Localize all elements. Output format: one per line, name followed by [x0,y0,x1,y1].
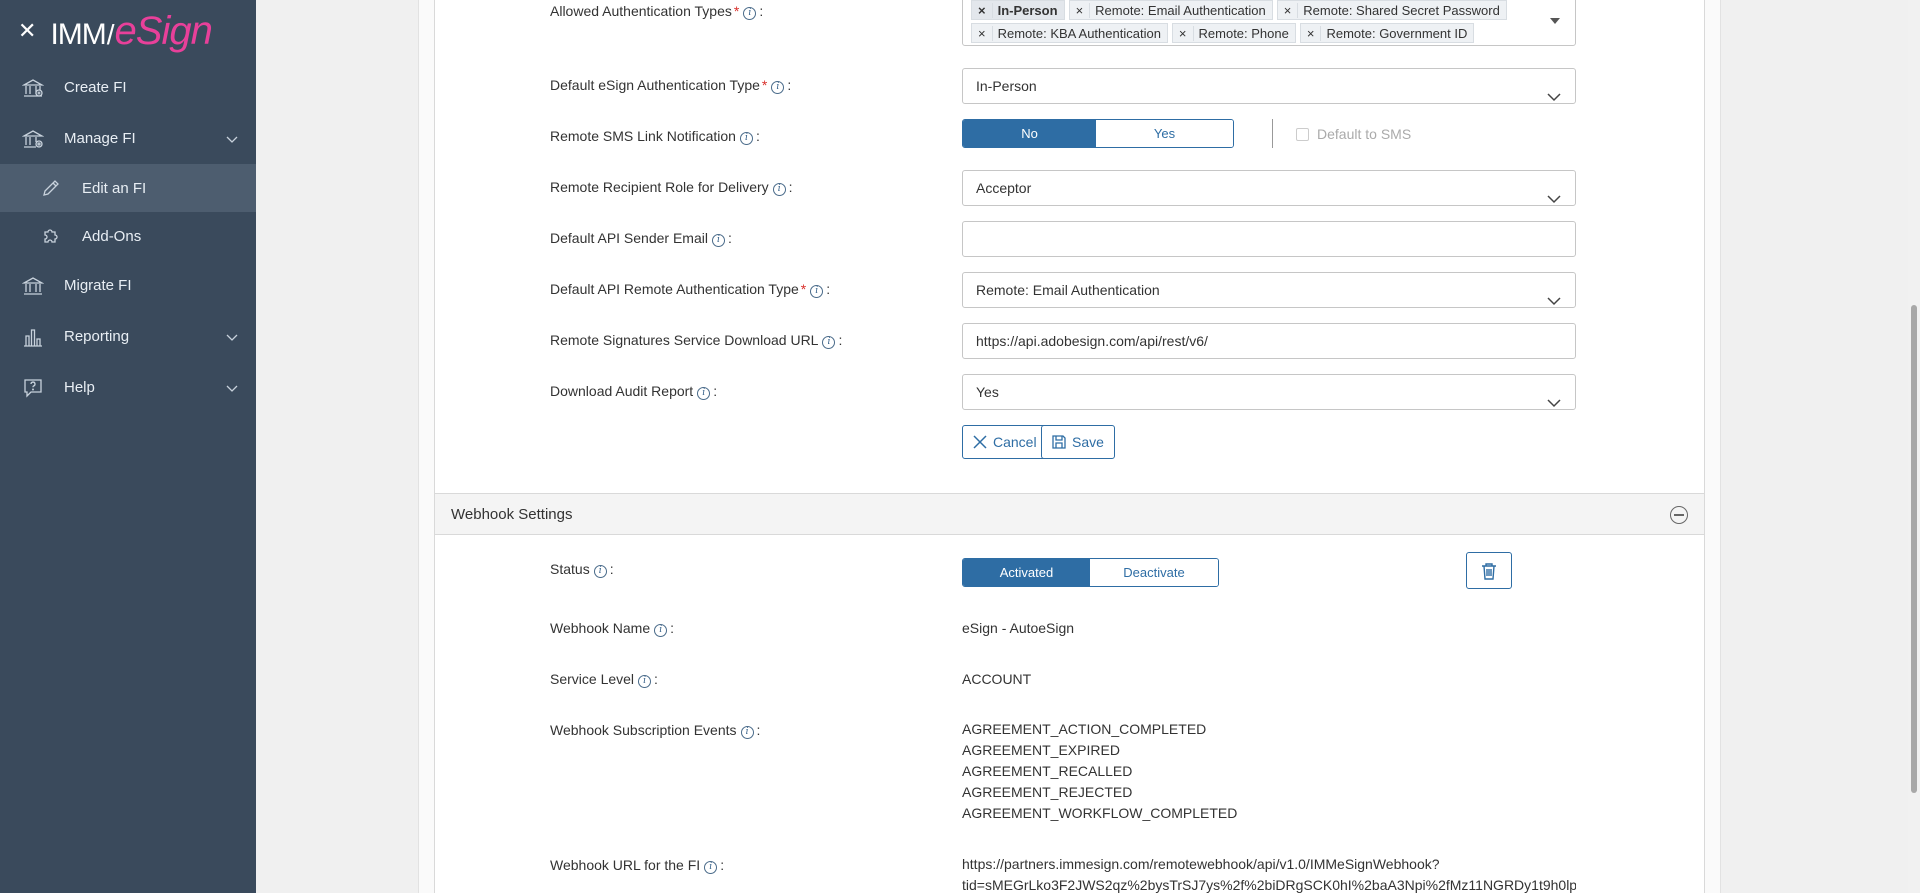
chevron-down-icon [1547,386,1561,420]
chevron-down-icon [1547,182,1561,216]
chip: × In-Person [971,0,1065,20]
download-url-input[interactable]: https://api.adobesign.com/api/rest/v6/ [962,323,1576,359]
chevron-down-icon[interactable] [1549,12,1561,28]
chevron-down-icon [1547,80,1561,114]
info-icon: i [697,387,711,400]
sidebar-item-label: Edit an FI [82,179,147,197]
list-item: AGREEMENT_ACTION_COMPLETED [962,721,1207,737]
allowed-auth-multiselect[interactable]: × In-Person × Remote: Email Authentication ×… [962,0,1576,46]
sms-toggle[interactable]: No Yes [962,119,1234,148]
sidebar-item-reporting[interactable]: Reporting [0,311,256,362]
save-button[interactable]: Save [1041,425,1115,459]
bank-migrate-icon [20,273,46,299]
bank-icon [20,75,46,101]
info-icon: i [771,81,785,94]
chevron-down-icon [1547,284,1561,318]
chip: × Remote: Shared Secret Password [1276,0,1507,20]
sidebar-item-add-ons[interactable]: Add-Ons [0,212,256,260]
chip: × Remote: Email Authentication [1068,0,1273,20]
webhook-section-header[interactable]: Webhook Settings [435,493,1704,535]
chip: × Remote: Government ID [1299,23,1475,43]
divider [1272,119,1273,148]
info-icon: i [593,565,607,578]
list-item: AGREEMENT_EXPIRED [962,742,1120,758]
api-sender-email-input[interactable] [962,221,1576,257]
info-icon: i [654,624,668,637]
sms-yes-button[interactable]: Yes [1096,120,1233,147]
main-content: Allowed Authentication Types * i: × In-Pers… [256,0,1920,893]
chevron-down-icon [226,131,238,148]
close-icon [973,435,987,449]
content-card: Allowed Authentication Types * i: × In-Pers… [418,0,1721,893]
puzzle-icon [38,223,64,249]
sidebar-item-help[interactable]: Help [0,362,256,413]
info-icon: i [638,675,652,688]
remove-chip-icon[interactable]: × [1278,2,1299,18]
sms-no-button[interactable]: No [963,120,1097,147]
chip: × Remote: Phone [1171,23,1296,43]
brand-header: ✕ IMM / eSign [0,0,256,62]
webhook-url-value: https://partners.immesign.com/remotewebh… [962,856,1576,893]
settings-panel: Allowed Authentication Types * i: × In-Pers… [434,0,1705,893]
save-icon [1052,435,1066,449]
remove-chip-icon[interactable]: × [972,2,993,18]
app-logo: IMM / eSign [50,8,212,53]
delete-webhook-button[interactable] [1466,552,1512,589]
info-icon: i [772,183,786,196]
audit-select[interactable]: Yes [962,374,1576,410]
activated-button[interactable]: Activated [963,559,1090,586]
info-icon: i [743,7,757,20]
bank-settings-icon [20,126,46,152]
info-icon: i [740,726,754,739]
info-icon: i [810,285,824,298]
scrollbar[interactable] [1908,0,1920,893]
info-icon: i [822,336,836,349]
allowed-auth-label: Allowed Authentication Types * i: [550,3,764,20]
api-remote-auth-select[interactable]: Remote: Email Authentication [962,272,1576,308]
remove-chip-icon[interactable]: × [972,25,993,41]
bar-chart-icon [20,324,46,350]
sidebar-item-label: Help [64,379,95,396]
scrollbar-thumb[interactable] [1911,305,1917,793]
chip: × Remote: KBA Authentication [971,23,1168,43]
webhook-name-value: eSign - AutoeSign [962,620,1075,636]
remove-chip-icon[interactable]: × [1301,25,1322,41]
sidebar: ✕ IMM / eSign Create FI Manage FI Edit an … [0,0,256,893]
sidebar-item-manage-fi[interactable]: Manage FI [0,113,256,164]
remove-chip-icon[interactable]: × [1173,25,1194,41]
sidebar-item-label: Migrate FI [64,277,132,294]
list-item: AGREEMENT_REJECTED [962,784,1133,800]
section-title: Webhook Settings [451,506,573,523]
list-item: AGREEMENT_RECALLED [962,763,1133,779]
close-icon[interactable]: ✕ [18,20,36,42]
list-item: AGREEMENT_WORKFLOW_COMPLETED [962,805,1238,821]
service-level-value: ACCOUNT [962,671,1032,687]
recipient-role-select[interactable]: Acceptor [962,170,1576,206]
collapse-icon[interactable] [1670,506,1688,524]
info-icon: i [711,234,725,247]
webhook-status-toggle[interactable]: Activated Deactivate [962,558,1219,587]
sidebar-item-create-fi[interactable]: Create FI [0,62,256,113]
sms-default-checkbox[interactable] [1296,127,1309,141]
pencil-icon [38,175,64,201]
sidebar-item-edit-fi[interactable]: Edit an FI [0,164,256,212]
sidebar-item-migrate-fi[interactable]: Migrate FI [0,260,256,311]
chevron-down-icon [226,380,238,397]
cancel-button[interactable]: Cancel [962,425,1048,459]
help-icon [20,375,46,401]
sidebar-item-label: Manage FI [64,130,136,147]
sidebar-item-label: Reporting [64,328,130,345]
trash-icon [1482,562,1496,580]
sidebar-item-label: Create FI [64,79,127,96]
info-icon: i [704,861,718,874]
subscription-events-list: AGREEMENT_ACTION_COMPLETED AGREEMENT_EXP… [962,719,1237,824]
sidebar-item-label: Add-Ons [82,227,142,245]
default-auth-select[interactable]: In-Person [962,68,1576,104]
default-to-sms[interactable]: Default to SMS [1296,126,1411,142]
remove-chip-icon[interactable]: × [1070,2,1091,18]
chevron-down-icon [226,329,238,346]
deactivate-button[interactable]: Deactivate [1090,559,1218,586]
info-icon: i [739,132,753,145]
